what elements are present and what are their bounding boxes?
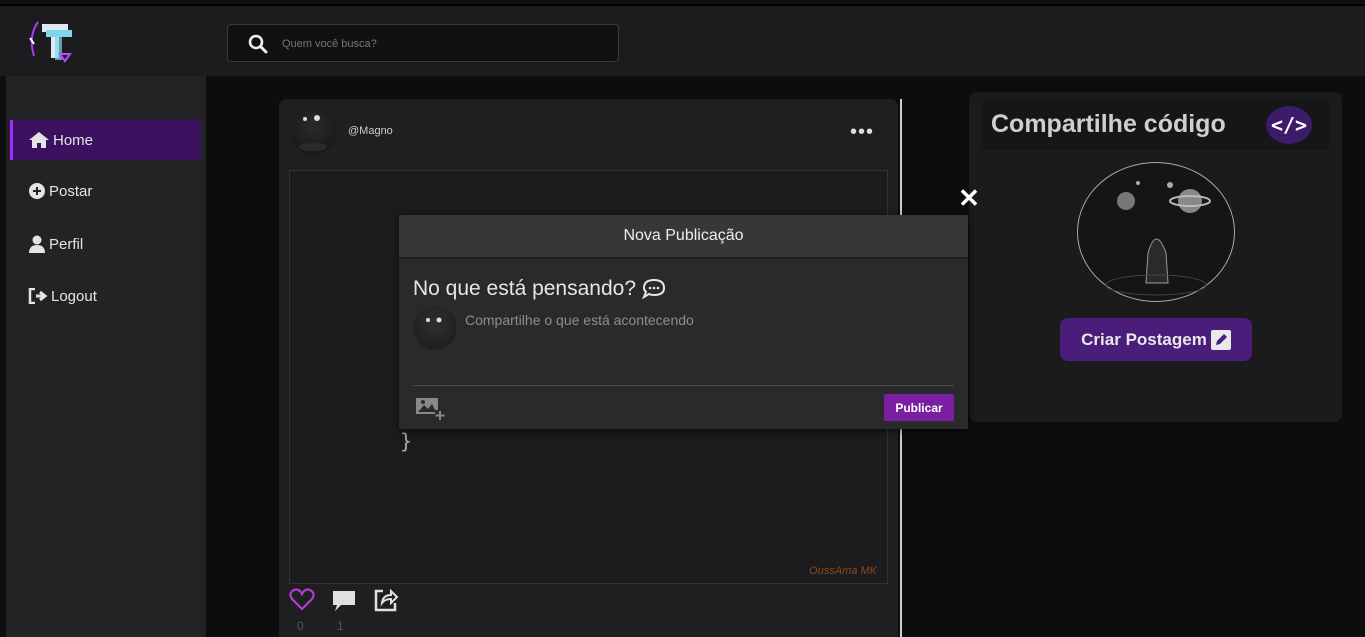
planets-image — [1105, 181, 1211, 296]
code-icon: </> — [1266, 106, 1312, 144]
new-post-modal: Nova Publicação No que está pensando? Pu… — [399, 215, 968, 429]
image-signature: OussAma MK — [809, 565, 877, 577]
modal-header: Nova Publicação — [399, 215, 968, 259]
sidebar-item-label: Postar — [49, 182, 93, 200]
post-text-input[interactable] — [465, 310, 945, 330]
comment-icon[interactable] — [331, 587, 357, 613]
sidebar-item-postar[interactable]: Postar — [10, 171, 201, 211]
home-icon — [29, 132, 49, 148]
post-counts: 0 1 — [297, 619, 374, 633]
app-logo[interactable] — [24, 16, 84, 68]
avatar-image — [299, 115, 327, 151]
pencil-icon — [1210, 329, 1231, 350]
space-illustration — [1077, 162, 1235, 302]
post-username[interactable]: @Magno — [348, 125, 393, 137]
avatar-image — [426, 317, 442, 323]
search-input[interactable] — [282, 34, 602, 54]
sidebar-item-logout[interactable]: Logout — [10, 276, 201, 316]
code-text: } — [400, 429, 413, 453]
share-icon[interactable] — [373, 587, 399, 613]
chat-bubble-icon — [642, 278, 666, 300]
create-post-button[interactable]: Criar Postagem — [1060, 318, 1252, 361]
sidebar-item-label: Logout — [51, 287, 97, 305]
share-code-header: Compartilhe código </> — [981, 100, 1330, 150]
comment-count: 1 — [337, 619, 344, 633]
sidebar: Home Postar Perfil Logout — [6, 76, 206, 637]
plus-circle-icon — [29, 183, 45, 199]
more-options-icon[interactable]: ••• — [850, 121, 874, 144]
search-icon — [248, 34, 268, 54]
post-actions — [289, 587, 489, 617]
modal-title: Nova Publicação — [623, 227, 744, 244]
search-bar[interactable] — [227, 24, 619, 62]
publish-button[interactable]: Publicar — [884, 394, 954, 421]
heart-icon[interactable] — [289, 587, 315, 613]
panel-title: Compartilhe código — [991, 110, 1226, 138]
sidebar-item-label: Home — [53, 131, 94, 149]
modal-question: No que está pensando? — [413, 277, 666, 301]
add-image-icon[interactable] — [415, 395, 445, 421]
code-icon-glyph: </> — [1270, 113, 1308, 137]
modal-divider — [413, 385, 954, 386]
create-post-label: Criar Postagem — [1081, 329, 1207, 349]
sidebar-item-home[interactable]: Home — [10, 120, 201, 160]
user-icon — [29, 235, 45, 253]
like-count: 0 — [297, 619, 304, 633]
avatar[interactable] — [289, 107, 337, 155]
logout-icon — [28, 288, 48, 304]
avatar — [413, 306, 457, 350]
share-code-panel: Compartilhe código </> Criar Postagem — [969, 92, 1342, 422]
close-icon[interactable]: ✕ — [957, 185, 981, 211]
sidebar-item-label: Perfil — [49, 235, 84, 253]
question-text: No que está pensando? — [413, 277, 637, 300]
top-bar — [0, 4, 1365, 76]
sidebar-item-perfil[interactable]: Perfil — [10, 224, 201, 264]
